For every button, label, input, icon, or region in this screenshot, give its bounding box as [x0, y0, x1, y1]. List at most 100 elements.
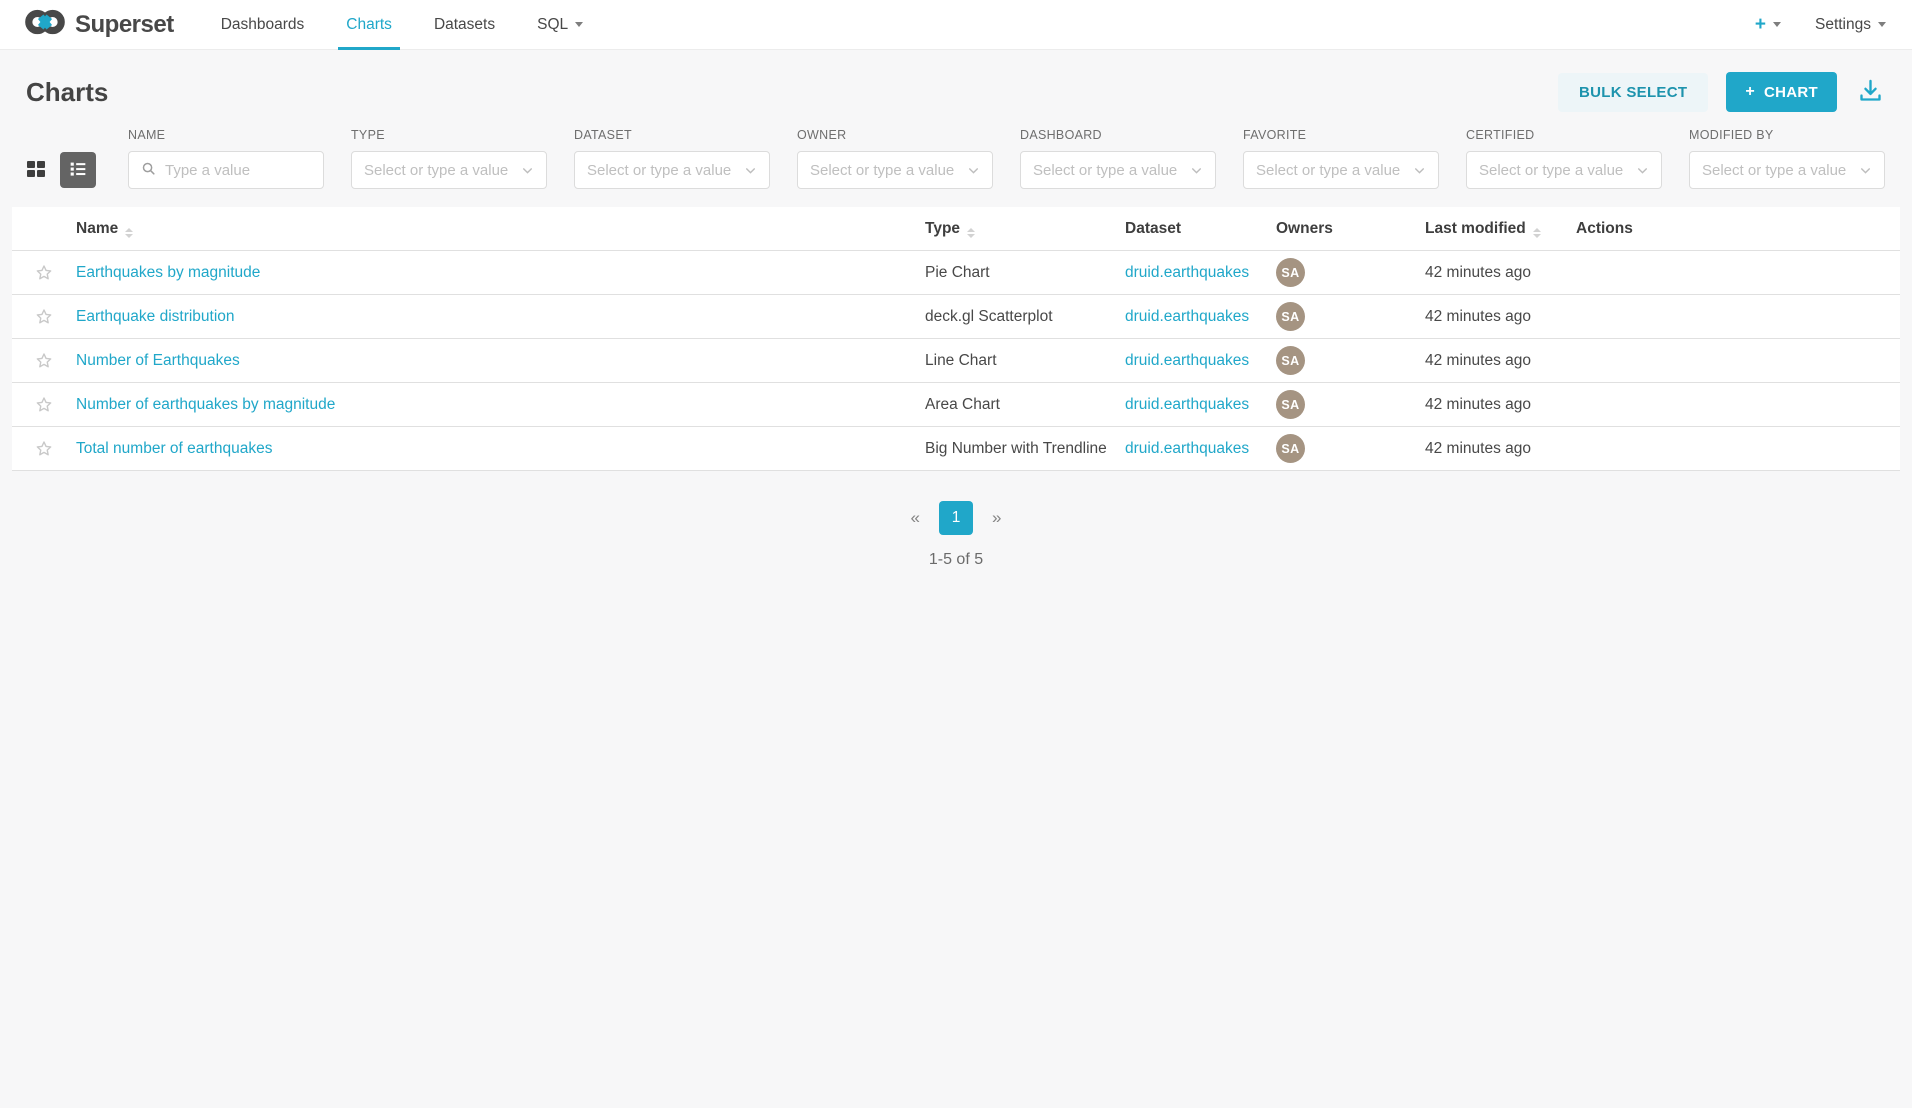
- favorite-star-icon[interactable]: [34, 439, 54, 459]
- filter-label: CERTIFIED: [1466, 128, 1662, 142]
- column-header-last-modified[interactable]: Last modified: [1425, 220, 1576, 238]
- modified-by-filter-select[interactable]: Select or type a value: [1689, 151, 1885, 189]
- sort-icon: [125, 228, 133, 238]
- sort-icon: [1533, 228, 1541, 238]
- plus-icon: +: [1755, 15, 1766, 34]
- view-mode-toggles: [18, 152, 96, 188]
- chart-type: Line Chart: [925, 352, 1125, 370]
- top-navbar: Superset Dashboards Charts Datasets SQL …: [0, 0, 1912, 50]
- favorite-star-icon[interactable]: [34, 263, 54, 283]
- owner-filter-select[interactable]: Select or type a value: [797, 151, 993, 189]
- plus-icon: +: [1745, 83, 1755, 101]
- last-modified: 42 minutes ago: [1425, 440, 1576, 458]
- nav-tab-sql[interactable]: SQL: [516, 0, 604, 49]
- chart-name-link[interactable]: Number of Earthquakes: [76, 352, 240, 369]
- favorite-star-icon[interactable]: [34, 351, 54, 371]
- name-filter-input[interactable]: [165, 162, 311, 179]
- dataset-filter-select[interactable]: Select or type a value: [574, 151, 770, 189]
- filter-bar: NAME TYPE Select or type a value DATASE: [0, 126, 1912, 207]
- pagination-page-1[interactable]: 1: [939, 501, 973, 535]
- chevron-down-icon: [1413, 164, 1426, 177]
- certified-filter-select[interactable]: Select or type a value: [1466, 151, 1662, 189]
- pagination-next-button[interactable]: »: [984, 504, 1009, 532]
- nav-tab-charts[interactable]: Charts: [325, 0, 413, 49]
- pagination-summary: 1-5 of 5: [0, 551, 1912, 569]
- superset-charts-page: Superset Dashboards Charts Datasets SQL …: [0, 0, 1912, 1108]
- new-chart-button[interactable]: + CHART: [1726, 72, 1837, 112]
- page-title: Charts: [26, 77, 108, 108]
- charts-table: Name Type Dataset Owners Last modified A…: [12, 207, 1900, 471]
- card-view-toggle[interactable]: [18, 152, 54, 188]
- last-modified: 42 minutes ago: [1425, 352, 1576, 370]
- owner-avatar[interactable]: SA: [1276, 346, 1305, 375]
- last-modified: 42 minutes ago: [1425, 308, 1576, 326]
- column-header-name[interactable]: Name: [76, 220, 925, 238]
- owner-avatar[interactable]: SA: [1276, 390, 1305, 419]
- page-header: Charts BULK SELECT + CHART: [0, 50, 1912, 126]
- chart-name-link[interactable]: Earthquake distribution: [76, 308, 235, 325]
- filter-owner: OWNER Select or type a value: [797, 128, 993, 189]
- owner-avatar[interactable]: SA: [1276, 434, 1305, 463]
- filter-label: TYPE: [351, 128, 547, 142]
- table-row: Total number of earthquakes Big Number w…: [12, 427, 1900, 471]
- dataset-link[interactable]: druid.earthquakes: [1125, 440, 1249, 457]
- list-icon: [67, 158, 89, 183]
- superset-logo[interactable]: Superset: [24, 0, 174, 49]
- filter-dashboard: DASHBOARD Select or type a value: [1020, 128, 1216, 189]
- column-header-actions: Actions: [1576, 220, 1900, 238]
- filter-name: NAME: [128, 128, 324, 189]
- chevron-down-icon: [1636, 164, 1649, 177]
- filter-favorite: FAVORITE Select or type a value: [1243, 128, 1439, 189]
- dataset-link[interactable]: druid.earthquakes: [1125, 264, 1249, 281]
- filter-modified-by: MODIFIED BY Select or type a value: [1689, 128, 1885, 189]
- list-view-toggle[interactable]: [60, 152, 96, 188]
- type-filter-select[interactable]: Select or type a value: [351, 151, 547, 189]
- chart-name-link[interactable]: Earthquakes by magnitude: [76, 264, 260, 281]
- dataset-link[interactable]: druid.earthquakes: [1125, 396, 1249, 413]
- chart-type: Pie Chart: [925, 264, 1125, 282]
- filter-label: DASHBOARD: [1020, 128, 1216, 142]
- pagination-prev-button[interactable]: «: [903, 504, 928, 532]
- column-header-dataset: Dataset: [1125, 220, 1276, 238]
- dataset-link[interactable]: druid.earthquakes: [1125, 352, 1249, 369]
- chart-name-link[interactable]: Number of earthquakes by magnitude: [76, 396, 335, 413]
- chevron-down-icon: [744, 164, 757, 177]
- search-icon: [141, 161, 156, 180]
- table-row: Number of Earthquakes Line Chart druid.e…: [12, 339, 1900, 383]
- filter-label: DATASET: [574, 128, 770, 142]
- filter-certified: CERTIFIED Select or type a value: [1466, 128, 1662, 189]
- chevron-down-icon: [967, 164, 980, 177]
- filter-label: MODIFIED BY: [1689, 128, 1885, 142]
- favorite-star-icon[interactable]: [34, 395, 54, 415]
- column-header-type[interactable]: Type: [925, 220, 1125, 238]
- dashboard-filter-select[interactable]: Select or type a value: [1020, 151, 1216, 189]
- owner-avatar[interactable]: SA: [1276, 258, 1305, 287]
- superset-infinity-icon: [24, 7, 66, 42]
- favorite-star-icon[interactable]: [34, 307, 54, 327]
- new-item-menu[interactable]: +: [1755, 15, 1781, 34]
- table-header-row: Name Type Dataset Owners Last modified A…: [12, 207, 1900, 251]
- filter-label: NAME: [128, 128, 324, 142]
- filter-label: OWNER: [797, 128, 993, 142]
- chevron-down-icon: [1773, 22, 1781, 27]
- settings-menu[interactable]: Settings: [1815, 16, 1886, 34]
- bulk-select-button[interactable]: BULK SELECT: [1558, 73, 1708, 112]
- dataset-link[interactable]: druid.earthquakes: [1125, 308, 1249, 325]
- chevron-down-icon: [1859, 164, 1872, 177]
- export-charts-button[interactable]: [1855, 75, 1886, 109]
- favorite-filter-select[interactable]: Select or type a value: [1243, 151, 1439, 189]
- owner-avatar[interactable]: SA: [1276, 302, 1305, 331]
- filter-type: TYPE Select or type a value: [351, 128, 547, 189]
- brand-name: Superset: [75, 11, 174, 39]
- chevron-down-icon: [521, 164, 534, 177]
- filter-dataset: DATASET Select or type a value: [574, 128, 770, 189]
- column-header-owners: Owners: [1276, 220, 1425, 238]
- nav-tab-dashboards[interactable]: Dashboards: [200, 0, 326, 49]
- pagination: « 1 »: [0, 501, 1912, 535]
- download-icon: [1857, 77, 1884, 107]
- header-actions: BULK SELECT + CHART: [1558, 72, 1886, 112]
- chart-name-link[interactable]: Total number of earthquakes: [76, 440, 272, 457]
- chevron-down-icon: [1190, 164, 1203, 177]
- nav-tab-datasets[interactable]: Datasets: [413, 0, 516, 49]
- name-search-box: [128, 151, 324, 189]
